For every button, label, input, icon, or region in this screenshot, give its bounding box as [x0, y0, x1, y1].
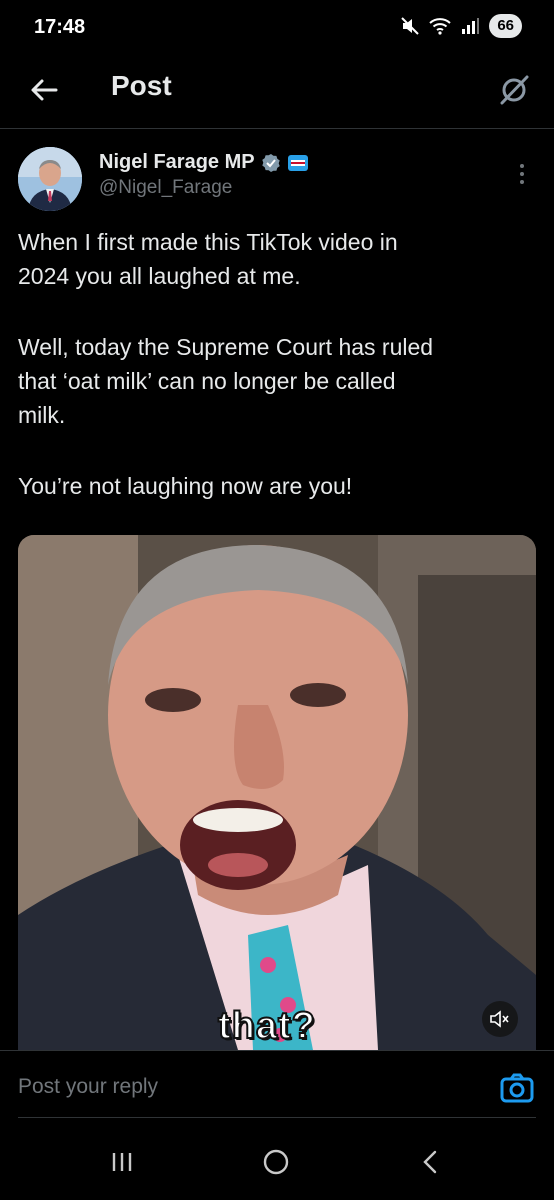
signal-icon: [459, 15, 481, 37]
camera-button[interactable]: [500, 1073, 534, 1103]
divider: [18, 1117, 536, 1118]
mute-toggle-button[interactable]: [482, 1001, 518, 1037]
grok-button[interactable]: [496, 70, 532, 110]
more-options-button[interactable]: [512, 159, 532, 189]
author-name-text: Nigel Farage MP: [99, 151, 255, 173]
author-name[interactable]: Nigel Farage MP: [99, 151, 309, 174]
system-back-button[interactable]: [408, 1144, 452, 1180]
affiliate-badge-icon: [287, 154, 309, 172]
video-player[interactable]: that?: [18, 535, 536, 1050]
post-text-line: 2024 you all laughed at me.: [18, 263, 301, 289]
post-text: When I first made this TikTok video in 2…: [18, 225, 538, 503]
system-navigation-bar: [0, 1120, 554, 1200]
page-title: Post: [111, 70, 172, 101]
post-text-line: When I first made this TikTok video in: [18, 229, 398, 255]
author-handle[interactable]: @Nigel_Farage: [99, 177, 232, 199]
recent-apps-icon: [112, 1153, 132, 1171]
post-text-line: Well, today the Supreme Court has ruled: [18, 334, 434, 360]
status-time: 17:48: [34, 16, 86, 38]
camera-icon: [500, 1073, 534, 1103]
back-arrow-icon: [31, 79, 58, 101]
avatar[interactable]: [18, 147, 82, 211]
video-caption: that?: [217, 1004, 316, 1048]
back-button[interactable]: [26, 72, 62, 108]
reply-input[interactable]: Post your reply: [18, 1075, 158, 1099]
verified-badge-icon: [261, 153, 281, 173]
battery-indicator: 66: [489, 14, 522, 38]
grok-icon: [500, 75, 529, 105]
video-frame: [18, 535, 536, 1050]
reply-composer: Post your reply: [0, 1050, 554, 1121]
home-button[interactable]: [254, 1144, 298, 1180]
mute-status-icon: [399, 15, 421, 37]
post-text-line: You’re not laughing now are you!: [18, 473, 353, 499]
status-icons: 66: [399, 14, 522, 38]
volume-muted-icon: [490, 1010, 509, 1028]
top-app-bar: Post: [0, 58, 554, 129]
post-text-line: that ‘oat milk’ can no longer be called: [18, 368, 396, 394]
home-icon: [263, 1149, 289, 1175]
wifi-icon: [429, 15, 451, 37]
post-text-line: milk.: [18, 402, 66, 428]
status-bar: 17:48 66: [0, 0, 554, 58]
recent-apps-button[interactable]: [100, 1144, 144, 1180]
more-dots-icon: [520, 164, 524, 168]
chevron-left-icon: [423, 1150, 437, 1174]
